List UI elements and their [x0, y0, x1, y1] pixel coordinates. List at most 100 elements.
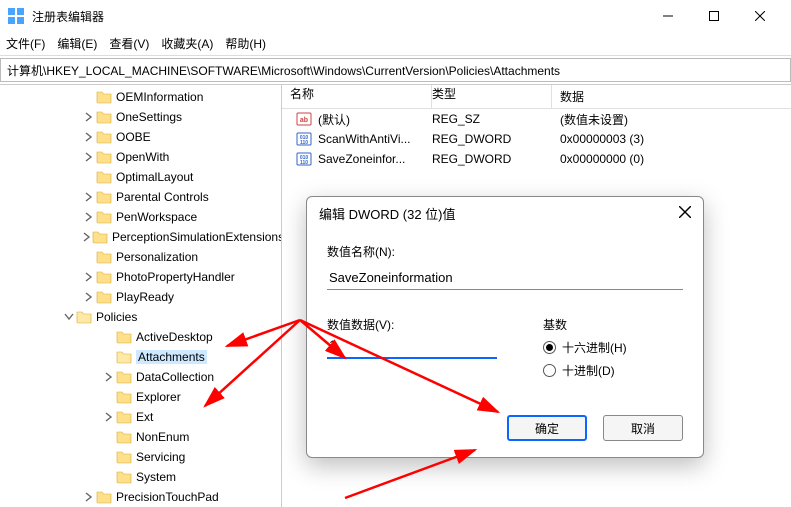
- chevron-right-icon[interactable]: [102, 412, 116, 422]
- minimize-button[interactable]: [645, 0, 691, 32]
- tree-item[interactable]: PenWorkspace: [82, 207, 281, 227]
- chevron-right-icon[interactable]: [82, 132, 96, 142]
- svg-text:ab: ab: [300, 117, 308, 124]
- svg-text:110: 110: [300, 160, 308, 166]
- col-data[interactable]: 数据: [552, 88, 791, 105]
- menu-file[interactable]: 文件(F): [6, 35, 45, 52]
- dialog-titlebar: 编辑 DWORD (32 位)值: [307, 197, 703, 231]
- svg-text:110: 110: [300, 140, 308, 146]
- address-bar[interactable]: 计算机\HKEY_LOCAL_MACHINE\SOFTWARE\Microsof…: [0, 58, 791, 82]
- maximize-button[interactable]: [691, 0, 737, 32]
- folder-icon: [96, 129, 112, 145]
- tree-item-label: PhotoPropertyHandler: [116, 270, 235, 284]
- close-button[interactable]: [737, 0, 783, 32]
- tree-item-label: OpenWith: [116, 150, 169, 164]
- tree-item[interactable]: PlayReady: [82, 287, 281, 307]
- col-name[interactable]: 名称: [282, 85, 432, 108]
- menu-view[interactable]: 查看(V): [109, 35, 149, 52]
- regedit-icon: [8, 8, 24, 24]
- chevron-right-icon[interactable]: [82, 152, 96, 162]
- tree-item[interactable]: OneSettings: [82, 107, 281, 127]
- folder-icon: [96, 269, 112, 285]
- menu-edit[interactable]: 编辑(E): [57, 35, 97, 52]
- tree-item-label: PrecisionTouchPad: [116, 490, 219, 504]
- radio-hex[interactable]: 十六进制(H): [543, 339, 683, 356]
- folder-icon: [116, 389, 132, 405]
- row-data: (数值未设置): [552, 111, 791, 128]
- tree-item[interactable]: PrecisionTouchPad: [82, 487, 281, 507]
- list-row[interactable]: ab (默认) REG_SZ (数值未设置): [282, 109, 791, 129]
- edit-dword-dialog: 编辑 DWORD (32 位)值 数值名称(N): SaveZoneinform…: [306, 196, 704, 458]
- value-name-field[interactable]: SaveZoneinformation: [327, 266, 683, 290]
- folder-icon: [96, 289, 112, 305]
- radio-hex-label: 十六进制(H): [562, 339, 627, 356]
- tree-item-label: PenWorkspace: [116, 210, 197, 224]
- tree-item[interactable]: OOBE: [82, 127, 281, 147]
- row-name: ScanWithAntiVi...: [318, 132, 410, 146]
- tree-item[interactable]: Servicing: [102, 447, 281, 467]
- chevron-right-icon[interactable]: [82, 112, 96, 122]
- chevron-right-icon[interactable]: [82, 292, 96, 302]
- window-title: 注册表编辑器: [32, 8, 104, 25]
- tree-item[interactable]: DataCollection: [102, 367, 281, 387]
- dword-value-icon: 010110: [296, 151, 312, 167]
- list-row[interactable]: 010110 ScanWithAntiVi... REG_DWORD 0x000…: [282, 129, 791, 149]
- folder-icon: [76, 309, 92, 325]
- chevron-down-icon[interactable]: [62, 312, 76, 322]
- tree-item[interactable]: OpenWith: [82, 147, 281, 167]
- tree-item-label: OOBE: [116, 130, 151, 144]
- folder-icon: [96, 189, 112, 205]
- list-header: 名称 类型 数据: [282, 85, 791, 109]
- chevron-right-icon[interactable]: [82, 492, 96, 502]
- chevron-right-icon[interactable]: [82, 192, 96, 202]
- value-data-input[interactable]: [327, 333, 497, 359]
- folder-icon: [92, 229, 108, 245]
- dialog-close-button[interactable]: [679, 206, 691, 221]
- tree-item[interactable]: ActiveDesktop: [102, 327, 281, 347]
- menubar: 文件(F) 编辑(E) 查看(V) 收藏夹(A) 帮助(H): [0, 32, 791, 56]
- cancel-button[interactable]: 取消: [603, 415, 683, 441]
- folder-icon: [96, 169, 112, 185]
- tree-item-label: OEMInformation: [116, 90, 203, 104]
- tree-item-label: System: [136, 470, 176, 484]
- folder-icon: [116, 349, 132, 365]
- tree-item[interactable]: OEMInformation: [82, 87, 281, 107]
- chevron-right-icon[interactable]: [82, 272, 96, 282]
- folder-icon: [116, 409, 132, 425]
- folder-icon: [116, 329, 132, 345]
- menu-favorites[interactable]: 收藏夹(A): [161, 35, 213, 52]
- tree-item-label: PerceptionSimulationExtensions: [112, 230, 282, 244]
- tree-item[interactable]: Ext: [102, 407, 281, 427]
- folder-icon: [96, 249, 112, 265]
- chevron-right-icon[interactable]: [82, 212, 96, 222]
- radio-dec[interactable]: 十进制(D): [543, 362, 683, 379]
- tree-item[interactable]: Personalization: [82, 247, 281, 267]
- dword-value-icon: 010110: [296, 131, 312, 147]
- tree-item[interactable]: System: [102, 467, 281, 487]
- tree-item[interactable]: OptimalLayout: [82, 167, 281, 187]
- folder-icon: [116, 449, 132, 465]
- tree-item-label: OneSettings: [116, 110, 182, 124]
- tree-item[interactable]: PerceptionSimulationExtensions: [82, 227, 281, 247]
- list-row[interactable]: 010110 SaveZoneinfor... REG_DWORD 0x0000…: [282, 149, 791, 169]
- tree-item[interactable]: Explorer: [102, 387, 281, 407]
- tree-item-label: ActiveDesktop: [136, 330, 213, 344]
- menu-help[interactable]: 帮助(H): [225, 35, 266, 52]
- tree-item[interactable]: NonEnum: [102, 427, 281, 447]
- folder-icon: [116, 429, 132, 445]
- tree-pane[interactable]: OEMInformation OneSettings OOBE OpenWith…: [0, 85, 282, 507]
- tree-item-label: OptimalLayout: [116, 170, 193, 184]
- tree-item[interactable]: Parental Controls: [82, 187, 281, 207]
- tree-item-attachments[interactable]: Attachments: [102, 347, 281, 367]
- folder-icon: [96, 209, 112, 225]
- dialog-title: 编辑 DWORD (32 位)值: [319, 204, 456, 223]
- tree-item-policies[interactable]: Policies: [62, 307, 281, 327]
- ok-button[interactable]: 确定: [507, 415, 587, 441]
- chevron-right-icon[interactable]: [82, 232, 92, 242]
- tree-item-label: Personalization: [116, 250, 198, 264]
- tree-item-label: Attachments: [136, 350, 207, 364]
- tree-item[interactable]: PhotoPropertyHandler: [82, 267, 281, 287]
- col-type[interactable]: 类型: [432, 85, 552, 108]
- address-path: 计算机\HKEY_LOCAL_MACHINE\SOFTWARE\Microsof…: [7, 62, 560, 79]
- chevron-right-icon[interactable]: [102, 372, 116, 382]
